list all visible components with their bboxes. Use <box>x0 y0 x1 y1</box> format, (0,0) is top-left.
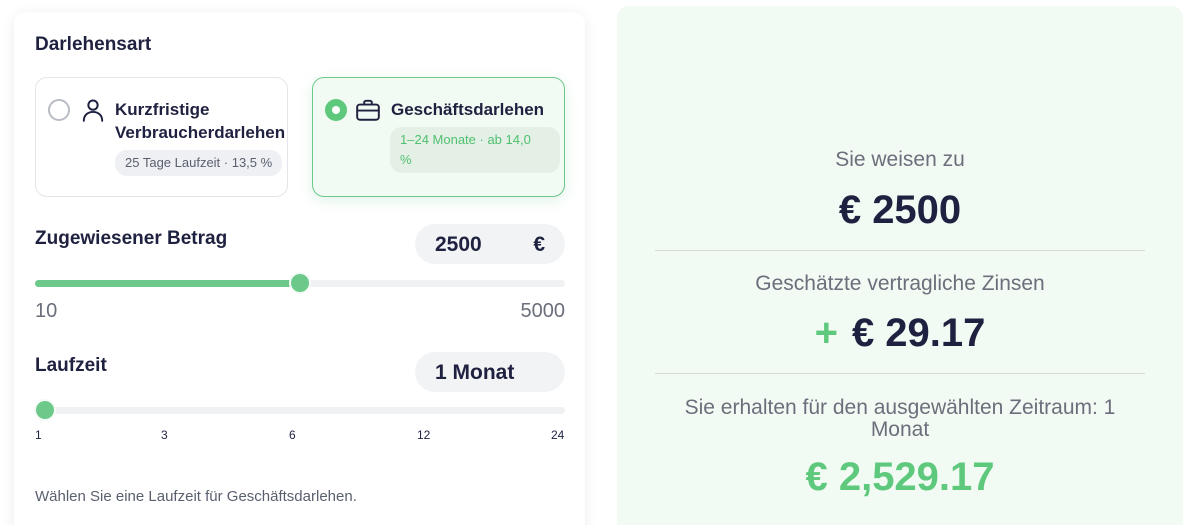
summary-divider-1 <box>655 250 1145 251</box>
term-label: Laufzeit <box>35 355 107 376</box>
term-value-box[interactable]: 1 Monat <box>415 352 565 392</box>
term-tick-6: 6 <box>289 428 296 442</box>
assigned-value: € 2500 <box>838 188 962 232</box>
radio-consumer[interactable] <box>48 99 70 121</box>
amount-currency: € <box>533 233 545 256</box>
amount-input[interactable]: 2500 € <box>415 224 565 264</box>
term-value: 1 Monat <box>435 361 515 384</box>
loan-option-business[interactable]: Geschäftsdarlehen 1–24 Monate · ab 14,0 … <box>312 77 565 197</box>
loan-option-business-badge-line1: 1–24 Monate · ab 14,0 <box>400 132 531 147</box>
term-slider[interactable] <box>34 399 565 421</box>
interest-value: € 29.17 <box>851 311 986 355</box>
summary-panel: Sie weisen zu € 2500 Geschätzte vertragl… <box>617 6 1183 525</box>
term-tick-3: 3 <box>161 428 168 442</box>
term-tick-24: 24 <box>551 428 565 442</box>
plus-icon: + <box>814 311 838 355</box>
loan-option-consumer-badge: 25 Tage Laufzeit · 13,5 % <box>115 150 283 176</box>
loan-option-business-badge-line2: % <box>400 152 412 167</box>
interest-value-row: + € 29.17 <box>617 311 1183 356</box>
term-tick-12: 12 <box>417 428 431 442</box>
amount-slider[interactable] <box>35 272 565 294</box>
term-hint: Wählen Sie eine Laufzeit für Geschäftsda… <box>35 488 357 505</box>
loan-type-title: Darlehensart <box>35 34 152 55</box>
amount-value: 2500 <box>435 233 482 256</box>
person-icon <box>82 99 104 122</box>
amount-max-label: 5000 <box>520 300 566 322</box>
amount-min-label: 10 <box>35 300 58 322</box>
loan-option-consumer-title-1: Kurzfristige <box>115 100 210 119</box>
loan-form-panel: Darlehensart Kurzfristige Verbraucherdar… <box>14 12 585 525</box>
term-slider-thumb[interactable] <box>34 399 56 421</box>
term-tick-1: 1 <box>35 428 42 442</box>
loan-option-consumer[interactable]: Kurzfristige Verbraucherdarlehen 25 Tage… <box>35 77 288 197</box>
briefcase-icon <box>356 99 380 121</box>
amount-slider-thumb[interactable] <box>289 272 311 294</box>
receive-value: € 2,529.17 <box>805 455 995 499</box>
assigned-label: Sie weisen zu <box>835 148 965 171</box>
receive-label-2: Monat <box>870 418 930 441</box>
loan-option-business-badge: 1–24 Monate · ab 14,0 % <box>390 127 560 173</box>
loan-option-business-title: Geschäftsdarlehen <box>391 100 545 119</box>
interest-label: Geschätzte vertragliche Zinsen <box>755 272 1045 295</box>
radio-business[interactable] <box>325 99 347 121</box>
loan-option-consumer-title-2: Verbraucherdarlehen <box>115 123 286 142</box>
summary-divider-2 <box>655 373 1145 374</box>
receive-label-1: Sie erhalten für den ausgewählten Zeitra… <box>684 396 1116 419</box>
amount-slider-fill <box>35 280 300 287</box>
amount-label: Zugewiesener Betrag <box>35 228 228 249</box>
